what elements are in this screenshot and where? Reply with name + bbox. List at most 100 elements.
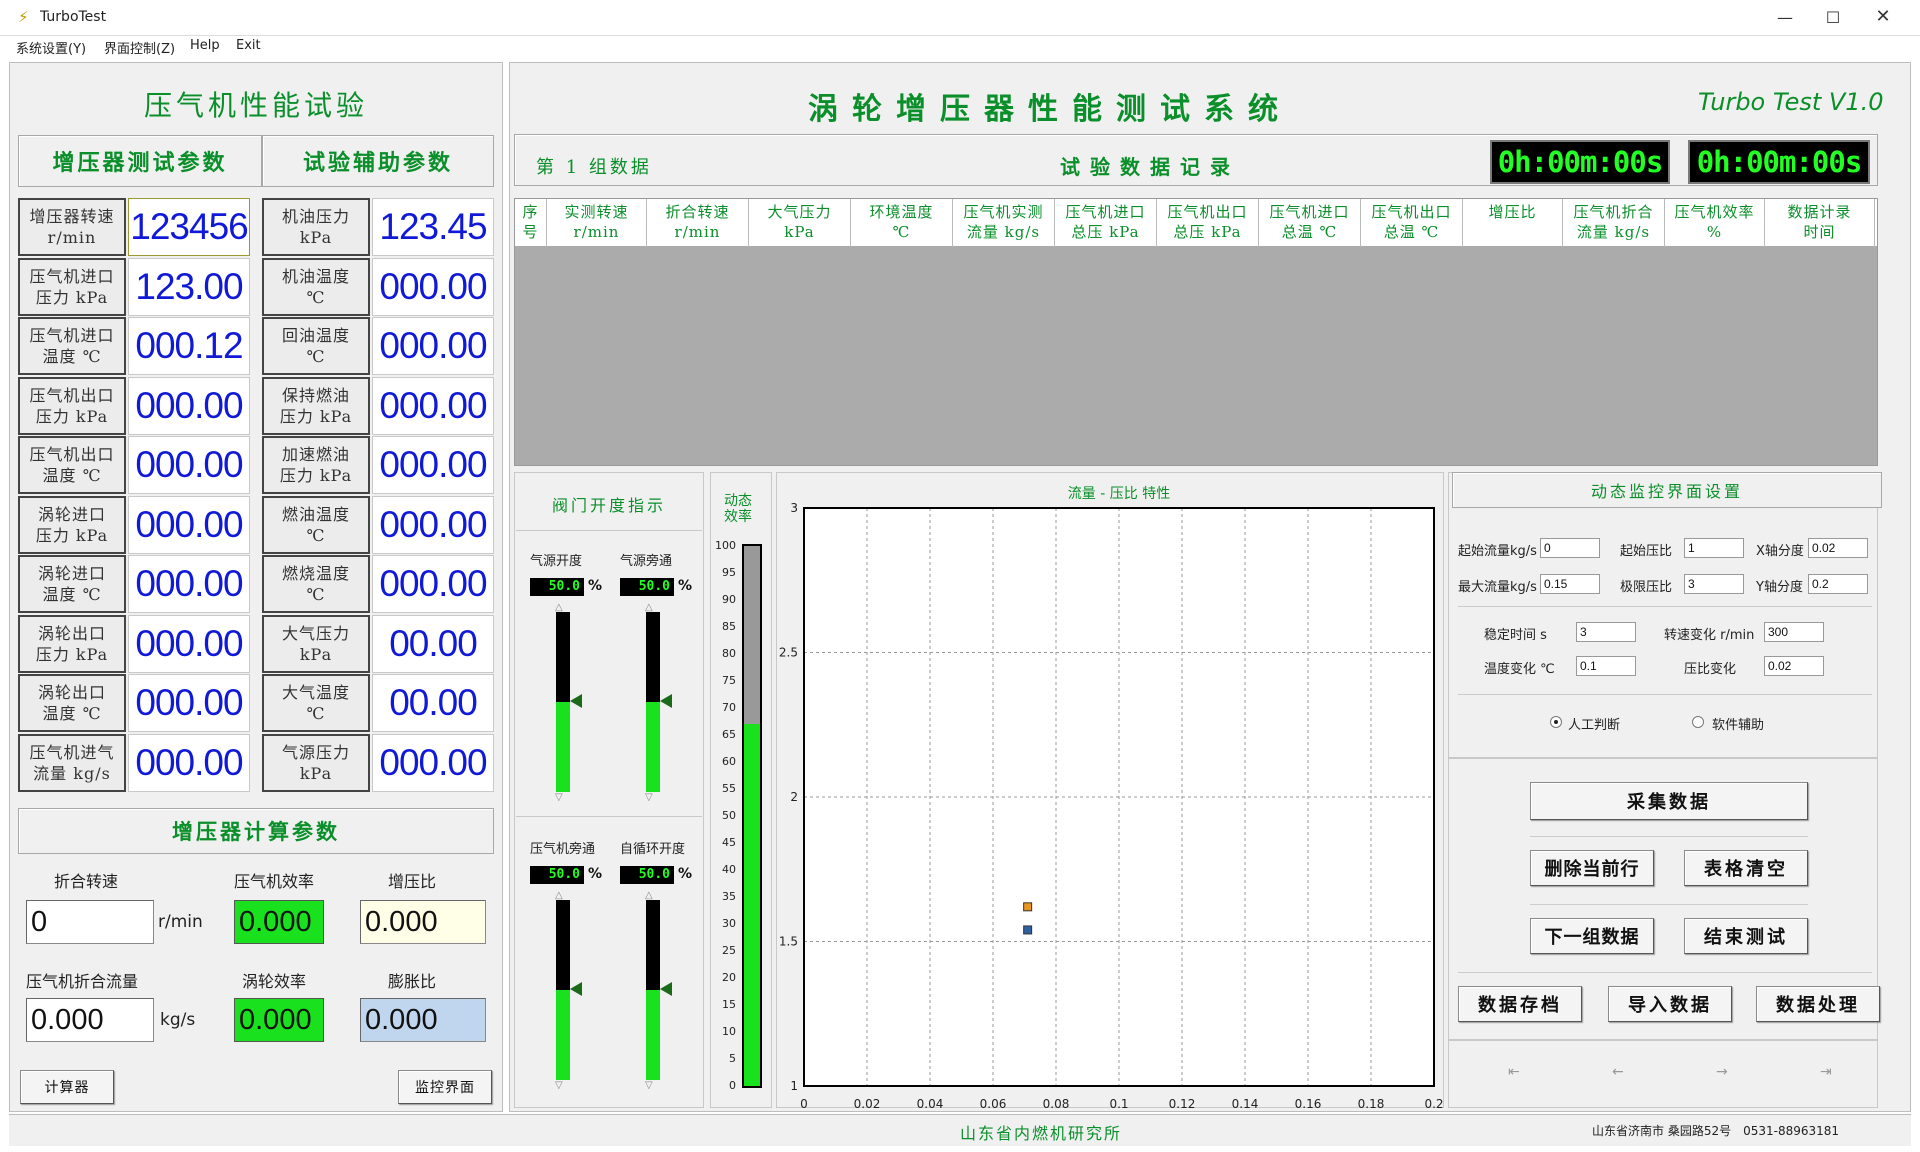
monitor-field-input[interactable]: 0.02 — [1764, 656, 1824, 676]
monitor-field-input[interactable]: 0 — [1540, 538, 1600, 558]
param-value: 000.00 — [128, 614, 250, 673]
data-table[interactable]: 序号 实测转速 r/min 折合转速 r/min 大气压力 kPa 环境温度 ℃ 压气机实测 流量 … — [514, 198, 1878, 466]
app-logo-icon: ⚡ — [18, 8, 29, 26]
slider-handle-icon[interactable] — [660, 694, 672, 708]
menu-exit[interactable]: Exit — [236, 38, 261, 53]
valve-slider[interactable] — [556, 900, 570, 1080]
table-column-header[interactable]: 压气机实测 流量 kg/s — [953, 199, 1055, 247]
process-data-button[interactable]: 数据处理 — [1756, 986, 1880, 1022]
reduced-flow-input[interactable]: 0.000 — [26, 998, 154, 1042]
menu-help[interactable]: Help — [190, 38, 220, 53]
monitor-field-input[interactable]: 300 — [1764, 622, 1824, 642]
table-column-header[interactable]: 压气机进口 总温 ℃ — [1259, 199, 1361, 247]
reduced-flow-label: 压气机折合流量 — [26, 972, 139, 991]
monitor-field-input[interactable]: 1 — [1684, 538, 1744, 558]
manual-judge-label: 人工判断 — [1568, 718, 1621, 733]
column-header-line1: 压气机进口 — [1065, 203, 1146, 221]
first-record-icon[interactable]: ⇤ — [1508, 1064, 1528, 1084]
valve-slider[interactable] — [556, 612, 570, 792]
valve-slider[interactable] — [646, 612, 660, 792]
monitor-field-label: 极限压比 — [1620, 580, 1673, 595]
monitor-field-input[interactable]: 3 — [1576, 622, 1636, 642]
minimize-icon[interactable]: — — [1770, 8, 1800, 28]
aux-label-line1: 加速燃油 — [281, 445, 350, 464]
menu-ui-control[interactable]: 界面控制(Z) — [104, 38, 175, 57]
slider-handle-icon[interactable] — [660, 982, 672, 996]
expansion-ratio-label: 膨胀比 — [388, 972, 437, 991]
param-value: 123456 — [128, 198, 250, 256]
next-record-icon[interactable]: → — [1716, 1064, 1736, 1084]
monitor-field-label: 起始压比 — [1620, 544, 1673, 559]
delete-row-button[interactable]: 删除当前行 — [1530, 850, 1654, 886]
param-label-line1: 涡轮出口 — [37, 623, 106, 643]
save-data-button[interactable]: 数据存档 — [1458, 986, 1582, 1022]
aux-label-line2: ℃ — [306, 525, 326, 545]
calculator-button[interactable]: 计算器 — [20, 1070, 114, 1104]
window-title: TurboTest — [40, 9, 107, 25]
monitor-field-input[interactable]: 0.02 — [1808, 538, 1868, 558]
y-tick-label: 1 — [790, 1079, 798, 1093]
prev-record-icon[interactable]: ← — [1612, 1064, 1632, 1084]
slider-down-arrow-icon: ▽ — [645, 792, 653, 803]
efficiency-tick-label: 100 — [715, 539, 736, 552]
table-column-header[interactable]: 压气机效率% — [1665, 199, 1765, 247]
clear-table-button[interactable]: 表格清空 — [1684, 850, 1808, 886]
import-data-button[interactable]: 导入数据 — [1608, 986, 1732, 1022]
param-label: 压气机出口 压力 kPa — [18, 376, 126, 435]
turb-eff-value: 0.000 — [234, 998, 324, 1042]
param-label-line2: 压力 kPa — [35, 406, 109, 426]
y-tick-label: 2.5 — [779, 646, 798, 660]
param-label-line2: 压力 kPa — [35, 644, 109, 664]
monitor-field-input[interactable]: 3 — [1684, 574, 1744, 594]
monitor-view-button[interactable]: 监控界面 — [398, 1070, 492, 1104]
table-column-header[interactable]: 环境温度 ℃ — [851, 199, 953, 247]
param-label-line1: 增压器转速 — [29, 207, 115, 226]
aux-label-line2: ℃ — [306, 704, 326, 723]
column-header-line1: 压气机进口 — [1269, 203, 1350, 221]
next-group-button[interactable]: 下一组数据 — [1530, 918, 1654, 954]
efficiency-tick-label: 75 — [722, 674, 736, 687]
valve-value: 50.0 — [620, 578, 674, 596]
table-column-header[interactable]: 实测转速 r/min — [547, 199, 647, 247]
close-icon[interactable]: ✕ — [1868, 6, 1898, 28]
efficiency-tick-label: 90 — [722, 593, 736, 606]
table-column-header[interactable]: 压气机出口 总压 kPa — [1157, 199, 1259, 247]
x-tick-label: 0.04 — [917, 1097, 944, 1108]
monitor-field-input[interactable]: 0.1 — [1576, 656, 1636, 676]
elapsed-timer-2: 0h:00m:00s — [1688, 140, 1870, 184]
table-column-header[interactable]: 序号 — [515, 199, 547, 247]
menu-system-settings[interactable]: 系统设置(Y) — [16, 38, 86, 57]
flow-pressure-chart: 流量 - 压比 特性 0 0.02 0.04 0.06 0.08 0.1 0.12 0.14 0.… — [779, 486, 1444, 1108]
maximize-icon[interactable]: ☐ — [1818, 8, 1848, 28]
table-column-header[interactable]: 增压比 — [1463, 199, 1563, 247]
end-test-button[interactable]: 结束测试 — [1684, 918, 1808, 954]
efficiency-tick-label: 20 — [722, 971, 736, 984]
x-tick-label: 0.14 — [1232, 1097, 1259, 1108]
collect-data-button[interactable]: 采集数据 — [1530, 782, 1808, 820]
slider-handle-icon[interactable] — [570, 694, 582, 708]
reduced-speed-unit: r/min — [158, 912, 203, 932]
monitor-field-input[interactable]: 0.15 — [1540, 574, 1600, 594]
monitor-field-input[interactable]: 0.2 — [1808, 574, 1868, 594]
table-column-header[interactable]: 数据计录 时间 — [1765, 199, 1875, 247]
param-label: 压气机进口 温度 ℃ — [18, 317, 126, 375]
aux-label-line1: 机油温度 — [281, 266, 350, 286]
efficiency-tick-label: 55 — [722, 782, 736, 795]
param-label-line2: 压力 kPa — [35, 525, 109, 545]
param-value: 000.00 — [128, 555, 250, 613]
table-column-header[interactable]: 折合转速 r/min — [647, 199, 749, 247]
slider-handle-icon[interactable] — [570, 982, 582, 996]
aux-label: 回油温度 ℃ — [262, 317, 370, 375]
reduced-speed-input[interactable]: 0 — [26, 900, 154, 944]
manual-judge-radio[interactable] — [1550, 716, 1562, 728]
table-column-header[interactable]: 压气机出口 总温 ℃ — [1361, 199, 1463, 247]
software-assist-label: 软件辅助 — [1712, 718, 1765, 733]
last-record-icon[interactable]: ⇥ — [1820, 1064, 1840, 1084]
table-column-header[interactable]: 压气机折合 流量 kg/s — [1563, 199, 1665, 247]
efficiency-tick-label: 95 — [722, 566, 736, 579]
test-params-header: 增压器测试参数 — [18, 135, 262, 187]
software-assist-radio[interactable] — [1692, 716, 1704, 728]
table-column-header[interactable]: 大气压力 kPa — [749, 199, 851, 247]
table-column-header[interactable]: 压气机进口 总压 kPa — [1055, 199, 1157, 247]
valve-slider[interactable] — [646, 900, 660, 1080]
